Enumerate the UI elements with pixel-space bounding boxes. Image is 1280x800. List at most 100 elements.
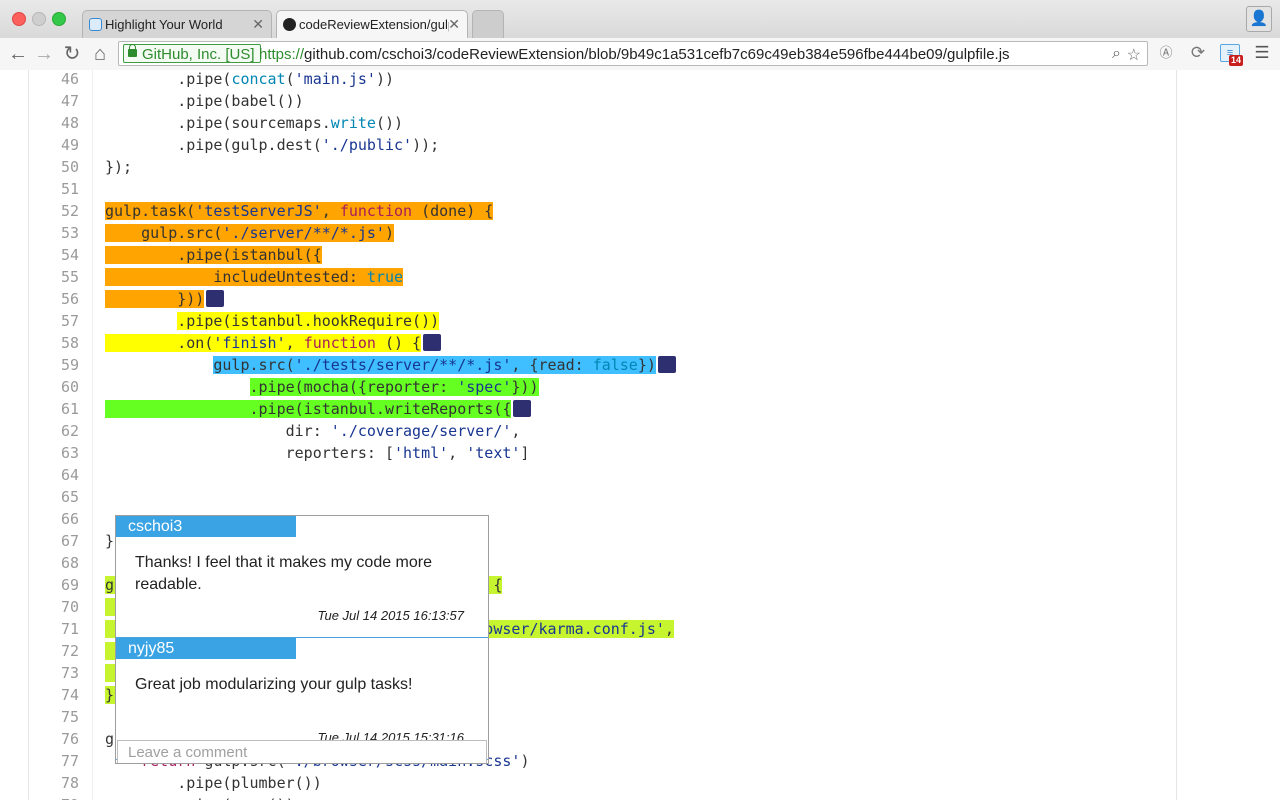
code-text: .pipe(gulp.dest('./public')); (105, 134, 439, 156)
line-number[interactable]: 57 (29, 310, 79, 332)
comment-marker[interactable] (423, 334, 442, 351)
highlight-orange[interactable]: gulp.src('./server/**/*.js') (105, 224, 394, 242)
sync-extension-icon[interactable]: ⟳ (1188, 43, 1208, 63)
code-view: 46 .pipe(concat('main.js')) 47 .pipe(babe… (0, 70, 1280, 800)
line-number[interactable]: 59 (29, 354, 79, 376)
tab-highlight-your-world[interactable]: Highlight Your World ✕ (82, 10, 272, 38)
zoom-icon[interactable]: ⌕ (1112, 45, 1121, 63)
line-number[interactable]: 68 (29, 552, 79, 574)
line-number[interactable]: 65 (29, 486, 79, 508)
highlight-orange[interactable]: .pipe(istanbul({ (105, 246, 322, 264)
code-token: 'finish' (213, 334, 286, 352)
code-token: , {read: (511, 356, 593, 374)
line-number[interactable]: 74 (29, 684, 79, 706)
line-number[interactable]: 52 (29, 200, 79, 222)
comment-marker[interactable] (513, 400, 532, 417)
code-token: .pipe(sourcemaps. (105, 114, 331, 132)
comment-marker[interactable] (206, 290, 225, 307)
line-number[interactable]: 54 (29, 244, 79, 266)
close-tab-icon[interactable]: ✕ (252, 16, 264, 33)
code-line: 59 gulp.src('./tests/server/**/*.js', {r… (0, 354, 1176, 376)
maximize-window-button[interactable] (52, 12, 66, 26)
line-number[interactable]: 64 (29, 464, 79, 486)
line-number[interactable]: 46 (29, 70, 79, 90)
code-line: 52 gulp.task('testServerJS', function (do… (0, 200, 1176, 222)
line-number[interactable]: 78 (29, 772, 79, 794)
line-number[interactable]: 79 (29, 794, 79, 800)
code-token: ) (520, 752, 530, 770)
line-number[interactable]: 58 (29, 332, 79, 354)
tab-code-review-extension[interactable]: codeReviewExtension/gulp ✕ (276, 10, 468, 39)
line-number[interactable]: 60 (29, 376, 79, 398)
highlight-blue[interactable]: gulp.src('./tests/server/**/*.js', {read… (213, 356, 656, 374)
code-token: false (592, 356, 638, 374)
new-tab-button[interactable] (472, 10, 504, 38)
highlight-yellow[interactable]: .on('finish', function () { (105, 334, 422, 352)
profile-icon[interactable]: 👤 (1246, 6, 1272, 32)
code-token: }) (637, 356, 656, 374)
line-number[interactable]: 49 (29, 134, 79, 156)
ev-certificate-badge[interactable]: GitHub, Inc. [US] (123, 44, 261, 63)
back-arrow-icon[interactable]: ← (6, 42, 30, 66)
reload-icon[interactable]: ↻ (60, 42, 84, 66)
forward-arrow-icon[interactable]: → (32, 42, 56, 66)
url-text[interactable]: https://github.com/cschoi3/codeReviewExt… (259, 46, 1010, 63)
line-number[interactable]: 73 (29, 662, 79, 684)
minimize-window-button[interactable] (32, 12, 46, 26)
highlight-orange[interactable]: })) (105, 290, 205, 308)
line-number[interactable]: 48 (29, 112, 79, 134)
line-number[interactable]: 72 (29, 640, 79, 662)
code-text: .pipe(sass()) (105, 794, 294, 800)
highlight-orange[interactable]: gulp.task('testServerJS', function (done… (105, 202, 494, 220)
line-number[interactable]: 53 (29, 222, 79, 244)
code-line: 58 .on('finish', function () { (0, 332, 1176, 354)
extension-badge: 14 (1229, 55, 1244, 66)
line-number[interactable]: 75 (29, 706, 79, 728)
line-number[interactable]: 69 (29, 574, 79, 596)
home-icon[interactable]: ⌂ (88, 42, 112, 66)
comment-marker[interactable] (657, 356, 676, 373)
code-token: })) (511, 378, 539, 396)
line-number[interactable]: 55 (29, 266, 79, 288)
line-number[interactable]: 56 (29, 288, 79, 310)
line-number[interactable]: 76 (29, 728, 79, 750)
highlight-green[interactable]: .pipe(istanbul.writeReports({ (105, 400, 512, 418)
line-number[interactable]: 47 (29, 90, 79, 112)
angular-extension-icon[interactable]: Ⓐ (1156, 43, 1176, 63)
code-text: reporters: ['html', 'text'] (105, 442, 530, 464)
menu-icon[interactable]: ☰ (1252, 43, 1272, 63)
url-path: github.com/cschoi3/codeReviewExtension/b… (304, 46, 1010, 63)
code-line: 64 (0, 464, 1176, 486)
highlight-orange[interactable]: includeUntested: true (105, 268, 404, 286)
bookmark-star-icon[interactable]: ☆ (1127, 45, 1141, 65)
address-bar[interactable]: GitHub, Inc. [US] https://github.com/csc… (118, 41, 1148, 66)
code-line: 53 gulp.src('./server/**/*.js') (0, 222, 1176, 244)
line-number[interactable]: 71 (29, 618, 79, 640)
line-number[interactable]: 61 (29, 398, 79, 420)
code-token: .pipe(plumber()) (105, 774, 322, 792)
line-number[interactable]: 67 (29, 530, 79, 552)
code-token: ( (285, 70, 295, 88)
code-token: , (511, 422, 521, 440)
tab-title: codeReviewExtension/gulp (299, 17, 449, 32)
comment-input[interactable] (117, 740, 487, 763)
line-number[interactable]: 62 (29, 420, 79, 442)
code-line: 62 dir: './coverage/server/', (0, 420, 1176, 442)
highlight-green[interactable]: .pipe(mocha({reporter: 'spec'})) (249, 378, 539, 396)
close-tab-icon[interactable]: ✕ (448, 16, 460, 33)
code-token: function (339, 202, 413, 220)
line-number[interactable]: 70 (29, 596, 79, 618)
highlight-yellow[interactable]: .pipe(istanbul.hookRequire()) (177, 312, 440, 330)
code-text: .pipe(babel()) (105, 90, 303, 112)
code-token: () { (375, 334, 422, 352)
code-token: gulp.src( (105, 224, 223, 242)
comment-item: cschoi3 Thanks! I feel that it makes my … (116, 516, 488, 638)
line-number[interactable]: 66 (29, 508, 79, 530)
line-number[interactable]: 63 (29, 442, 79, 464)
line-number[interactable]: 51 (29, 178, 79, 200)
close-window-button[interactable] (12, 12, 26, 26)
line-number[interactable]: 50 (29, 156, 79, 178)
code-text: .pipe(sourcemaps.write()) (105, 112, 403, 134)
line-number[interactable]: 77 (29, 750, 79, 772)
code-token: .pipe(istanbul.writeReports({ (105, 400, 512, 418)
